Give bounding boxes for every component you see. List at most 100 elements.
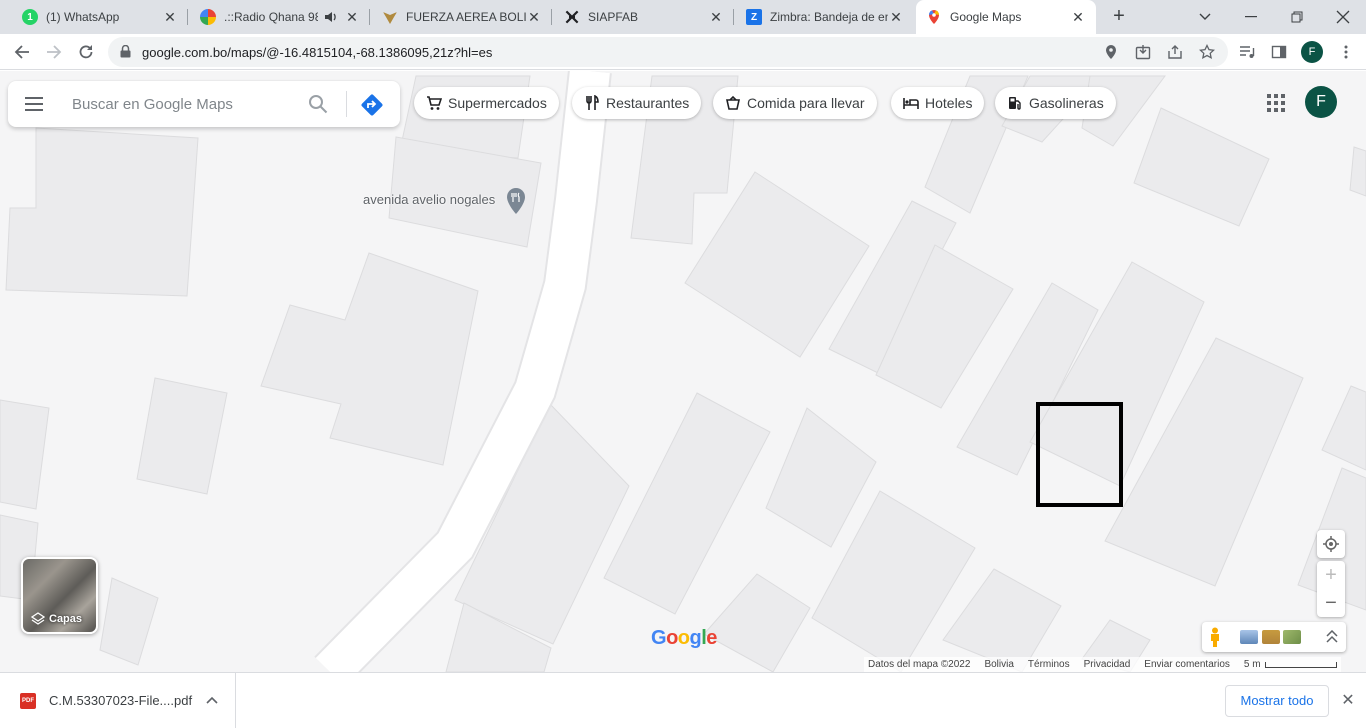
google-apps-icon[interactable] xyxy=(1266,93,1286,113)
tab-strip: 1 (1) WhatsApp ✕ .::Radio Qhana 98. ✕ FU… xyxy=(0,0,1366,34)
cart-icon xyxy=(426,95,442,111)
whatsapp-icon: 1 xyxy=(22,9,38,25)
search-icon[interactable] xyxy=(308,94,328,114)
poi-pin-icon[interactable] xyxy=(506,187,526,215)
tab-siapfab[interactable]: SIAPFAB ✕ xyxy=(554,0,734,34)
chevron-up-icon[interactable] xyxy=(1326,630,1338,644)
close-tab-icon[interactable]: ✕ xyxy=(162,9,178,25)
more-vert-icon[interactable] xyxy=(1338,44,1354,60)
tab-separator xyxy=(551,9,552,25)
my-location-icon xyxy=(1323,536,1339,552)
directions-icon[interactable] xyxy=(360,93,384,117)
close-downloads-icon[interactable]: ✕ xyxy=(1340,693,1356,709)
tab-title: (1) WhatsApp xyxy=(46,10,120,24)
privacy-link[interactable]: Privacidad xyxy=(1084,659,1131,670)
lock-icon[interactable] xyxy=(120,45,131,58)
map-footer: Datos del mapa ©2022 Bolivia Términos Pr… xyxy=(864,657,1341,672)
feedback-link[interactable]: Enviar comentarios xyxy=(1144,659,1230,670)
minimize-button[interactable] xyxy=(1228,0,1274,34)
arrow-right-icon xyxy=(47,45,62,59)
close-tab-icon[interactable]: ✕ xyxy=(888,9,904,25)
scale-bar[interactable] xyxy=(1264,661,1337,668)
chip-label: Comida para llevar xyxy=(747,95,865,111)
pegman-icon[interactable] xyxy=(1208,627,1222,647)
map-canvas[interactable]: Buscar en Google Maps Supermercados Rest… xyxy=(0,71,1366,672)
media-queue-icon[interactable] xyxy=(1239,44,1255,60)
chip-restaurantes[interactable]: Restaurantes xyxy=(572,87,702,119)
tab-fuerza-aerea[interactable]: FUERZA AEREA BOLIV ✕ xyxy=(372,0,552,34)
chip-supermercados[interactable]: Supermercados xyxy=(414,87,559,119)
downloads-bar: PDF C.M.53307023-File....pdf Mostrar tod… xyxy=(0,672,1366,728)
reload-button[interactable] xyxy=(72,38,100,66)
star-icon[interactable] xyxy=(1199,44,1215,60)
back-button[interactable] xyxy=(8,38,36,66)
layers-button[interactable]: Capas xyxy=(21,557,98,634)
close-tab-icon[interactable]: ✕ xyxy=(1070,9,1086,25)
my-location-button[interactable] xyxy=(1317,530,1345,558)
close-tab-icon[interactable]: ✕ xyxy=(344,9,360,25)
tab-radio-qhana[interactable]: .::Radio Qhana 98. ✕ xyxy=(190,0,370,34)
close-window-button[interactable] xyxy=(1320,0,1366,34)
imagery-thumbnail-2[interactable] xyxy=(1262,630,1280,644)
terms-link[interactable]: Términos xyxy=(1028,659,1070,670)
imagery-thumbnail-3[interactable] xyxy=(1283,630,1301,644)
close-tab-icon[interactable]: ✕ xyxy=(526,9,542,25)
location-pin-icon[interactable] xyxy=(1103,44,1119,60)
maps-search-box[interactable]: Buscar en Google Maps xyxy=(8,81,400,127)
layers-label: Capas xyxy=(49,613,83,625)
chip-hoteles[interactable]: Hoteles xyxy=(891,87,985,119)
chip-gasolineras[interactable]: Gasolineras xyxy=(995,87,1116,119)
maps-profile-avatar[interactable]: F xyxy=(1305,86,1337,118)
chip-comida-para-llevar[interactable]: Comida para llevar xyxy=(713,87,877,119)
poi-label[interactable]: avenida avelio nogales xyxy=(363,192,495,207)
gas-pump-icon xyxy=(1007,95,1023,111)
install-app-icon[interactable] xyxy=(1135,44,1151,60)
imagery-thumbnail-1[interactable] xyxy=(1240,630,1258,644)
tab-google-maps[interactable]: Google Maps ✕ xyxy=(916,0,1096,34)
show-all-button[interactable]: Mostrar todo xyxy=(1225,685,1329,717)
zoom-out-button[interactable]: − xyxy=(1317,589,1345,617)
speaker-icon[interactable] xyxy=(324,10,338,24)
download-filename[interactable]: C.M.53307023-File....pdf xyxy=(49,693,192,708)
address-bar[interactable]: google.com.bo/maps/@-16.4815104,-68.1386… xyxy=(108,37,1228,67)
new-tab-button[interactable]: + xyxy=(1108,5,1130,27)
fork-knife-icon xyxy=(584,95,600,111)
forward-button[interactable] xyxy=(40,38,68,66)
reload-icon xyxy=(79,45,93,59)
browser-profile-avatar[interactable]: F xyxy=(1301,41,1323,63)
chip-label: Supermercados xyxy=(448,95,547,111)
download-item[interactable]: PDF C.M.53307023-File....pdf xyxy=(0,673,236,728)
tab-zimbra[interactable]: Z Zimbra: Bandeja de en ✕ xyxy=(736,0,914,34)
street-view-strip xyxy=(1202,622,1346,652)
map-data-attribution: Datos del mapa ©2022 xyxy=(868,659,971,670)
restore-button[interactable] xyxy=(1274,0,1320,34)
chevron-up-icon[interactable] xyxy=(205,693,219,707)
map-tiles[interactable] xyxy=(0,71,1366,672)
search-input[interactable]: Buscar en Google Maps xyxy=(72,96,233,113)
takeout-icon xyxy=(725,95,741,111)
pdf-file-icon: PDF xyxy=(20,693,36,709)
zoom-controls: + − xyxy=(1317,561,1345,617)
tab-whatsapp[interactable]: 1 (1) WhatsApp ✕ xyxy=(12,0,188,34)
plane-icon xyxy=(565,10,579,24)
chip-label: Hoteles xyxy=(925,95,973,111)
chip-label: Gasolineras xyxy=(1029,95,1104,111)
side-panel-icon[interactable] xyxy=(1271,44,1287,60)
share-icon[interactable] xyxy=(1167,44,1183,60)
chip-label: Restaurantes xyxy=(606,95,690,111)
tab-title: .::Radio Qhana 98. xyxy=(224,10,318,24)
url-text[interactable]: google.com.bo/maps/@-16.4815104,-68.1386… xyxy=(142,45,492,60)
zoom-in-button[interactable]: + xyxy=(1317,561,1345,589)
browser-window: 1 (1) WhatsApp ✕ .::Radio Qhana 98. ✕ FU… xyxy=(0,0,1366,728)
bed-icon xyxy=(903,95,919,111)
browser-toolbar: google.com.bo/maps/@-16.4815104,-68.1386… xyxy=(0,34,1366,70)
tab-search-button[interactable] xyxy=(1182,0,1228,34)
zimbra-icon: Z xyxy=(746,9,762,25)
scale-label[interactable]: 5 m xyxy=(1244,659,1261,670)
maps-pin-icon xyxy=(929,10,939,24)
country-link[interactable]: Bolivia xyxy=(984,659,1013,670)
hamburger-menu-icon[interactable] xyxy=(24,95,44,113)
tab-title: FUERZA AEREA BOLIV xyxy=(406,10,526,24)
close-tab-icon[interactable]: ✕ xyxy=(708,9,724,25)
air-force-emblem-icon xyxy=(383,12,397,24)
